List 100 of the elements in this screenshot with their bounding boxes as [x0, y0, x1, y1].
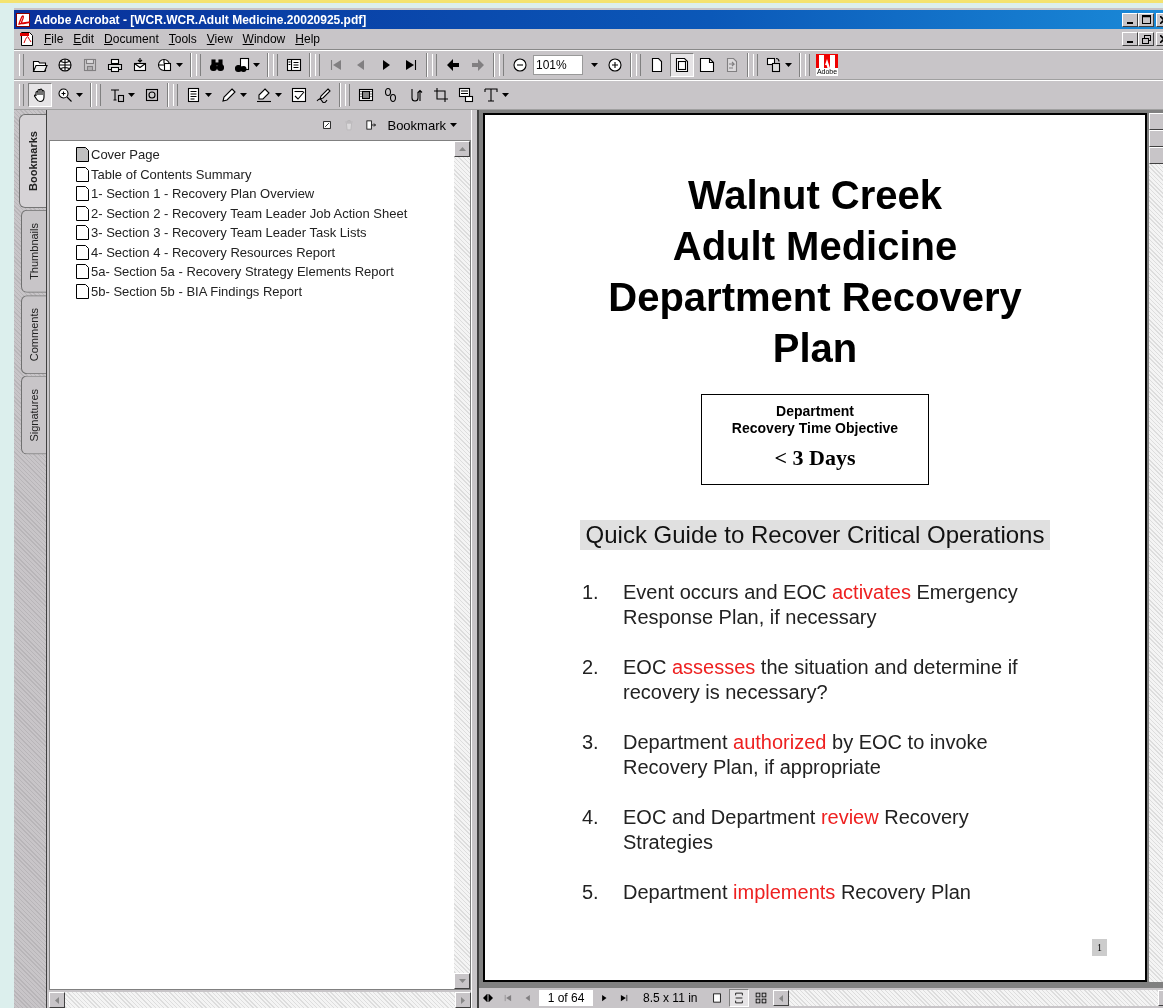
scroll-down-button[interactable] [454, 973, 470, 989]
page-number-field[interactable]: 1 of 64 [539, 990, 593, 1006]
zoom-field[interactable]: 101% [533, 55, 583, 75]
globe-page-icon [157, 57, 173, 73]
caret-icon [591, 63, 598, 67]
objective-label: Department [776, 403, 854, 420]
step-number: 2. [582, 655, 600, 680]
caret-icon [128, 93, 135, 97]
side-tab[interactable]: Comments [21, 294, 46, 374]
double-arrow-icon [483, 994, 493, 1002]
step-number: 3. [582, 730, 600, 755]
note-icon [186, 87, 202, 103]
caret-icon [240, 93, 247, 97]
menu-item[interactable]: Document [100, 31, 163, 47]
back-arrow-icon [445, 57, 461, 73]
side-tab[interactable]: Thumbnails [21, 209, 46, 293]
caret-icon [450, 123, 457, 127]
side-tab[interactable]: Signatures [21, 375, 46, 455]
menu-item[interactable]: Help [291, 31, 324, 47]
menu-item[interactable]: File [40, 31, 68, 47]
text-select-icon [109, 87, 125, 103]
bookmark-item[interactable]: 4- Section 4 - Recovery Resources Report [91, 244, 336, 260]
panel-icon [286, 57, 302, 73]
bookmark-menu-button[interactable]: Bookmark [387, 117, 457, 133]
pdf-file-icon [19, 31, 35, 47]
logo-mark-icon [819, 54, 835, 68]
pdf-file-icon [16, 12, 30, 27]
caret-icon [275, 93, 282, 97]
toolbar-button[interactable] [28, 83, 52, 107]
side-tab[interactable]: Bookmarks [19, 114, 46, 208]
envelope-icon [132, 57, 148, 73]
scrollbar[interactable] [49, 992, 471, 1008]
minimize-button[interactable] [1122, 12, 1138, 27]
menu-item[interactable]: View [202, 31, 237, 47]
step-number: 1. [582, 580, 600, 605]
page-binoculars-icon [234, 57, 250, 73]
restore-button[interactable] [1138, 32, 1154, 46]
bookmark-item[interactable]: Cover Page [91, 147, 160, 163]
form-icon [458, 87, 474, 103]
menu-item[interactable]: Edit [69, 31, 99, 47]
caret-icon [176, 63, 183, 67]
objective-label: Recovery Time Objective [731, 420, 899, 437]
facing-pages-icon [755, 992, 768, 1004]
step-text: EOC assesses the situation and determine if recovery is necessary? [623, 655, 1019, 705]
bookmark-item[interactable]: 2- Section 2 - Recovery Team Leader Job Action Sheet [91, 205, 408, 221]
reflow-icon [724, 57, 740, 73]
zoom-out-icon [512, 57, 528, 73]
document-title-line: Department Recovery [608, 274, 1022, 321]
scroll-left-button[interactable] [773, 990, 790, 1006]
up-arrow-icon [458, 147, 466, 151]
document-title-line: Adult Medicine [671, 223, 959, 270]
scroll-right-button[interactable] [455, 992, 471, 1008]
scrollbar[interactable] [454, 141, 470, 989]
new-bookmark-icon[interactable] [321, 119, 334, 131]
scroll-up-button[interactable] [454, 141, 470, 157]
scroll-left-button[interactable] [49, 992, 65, 1008]
globe-icon [57, 57, 73, 73]
last-page-icon [403, 57, 419, 73]
bookmark-item[interactable]: 5b- Section 5b - BIA Findings Report [91, 283, 302, 299]
highlighter-icon [256, 87, 272, 103]
caret-icon [785, 63, 792, 67]
page-layout-button[interactable] [729, 989, 750, 1007]
next-page-icon [599, 993, 609, 1003]
caret-icon [253, 63, 260, 67]
spellcheck-icon [291, 87, 307, 103]
pages-icon [766, 57, 782, 73]
caret-icon [502, 93, 509, 97]
hand-icon [32, 87, 48, 103]
maximize-button[interactable] [1138, 12, 1154, 27]
single-page-icon [711, 992, 724, 1004]
bookmark-item[interactable]: 3- Section 3 - Recovery Team Leader Task Lists [91, 225, 367, 241]
film-icon [358, 87, 374, 103]
scrollbar[interactable] [1149, 113, 1163, 982]
menu-item[interactable]: Window [238, 31, 290, 47]
page-size: 8.5 x 11 in [643, 991, 698, 1005]
scrollbar[interactable] [773, 990, 1163, 1006]
crop-icon [433, 87, 449, 103]
magnifier-plus-icon [57, 87, 73, 103]
bookmark-item[interactable]: Table of Contents Summary [91, 166, 252, 182]
splitter[interactable] [471, 110, 479, 1008]
forward-arrow-icon [470, 57, 486, 73]
left-arrow-icon [779, 994, 784, 1002]
menu-item[interactable]: Tools [164, 31, 201, 47]
continuous-page-icon [733, 992, 746, 1004]
step-text: Department implements Recovery Plan [623, 880, 972, 905]
bookmark-item[interactable]: 5a- Section 5a - Recovery Strategy Elements Report [91, 264, 394, 280]
pencil-icon [221, 87, 237, 103]
restore-icon [1141, 34, 1151, 44]
step-number: 4. [582, 805, 600, 830]
first-page-icon [328, 57, 344, 73]
minimize-button[interactable] [1122, 32, 1138, 46]
step-number: 5. [582, 880, 600, 905]
minimize-icon [1127, 41, 1133, 43]
bookmark-item[interactable]: 1- Section 1 - Recovery Plan Overview [91, 186, 315, 202]
guide-heading: Quick Guide to Recover Critical Operations [579, 520, 1051, 550]
objective-value: < 3 Days [774, 445, 856, 471]
maximize-icon [1141, 15, 1151, 24]
toolbar-button[interactable] [670, 53, 694, 77]
down-arrow-icon [458, 979, 466, 983]
expand-icon[interactable] [365, 119, 378, 131]
